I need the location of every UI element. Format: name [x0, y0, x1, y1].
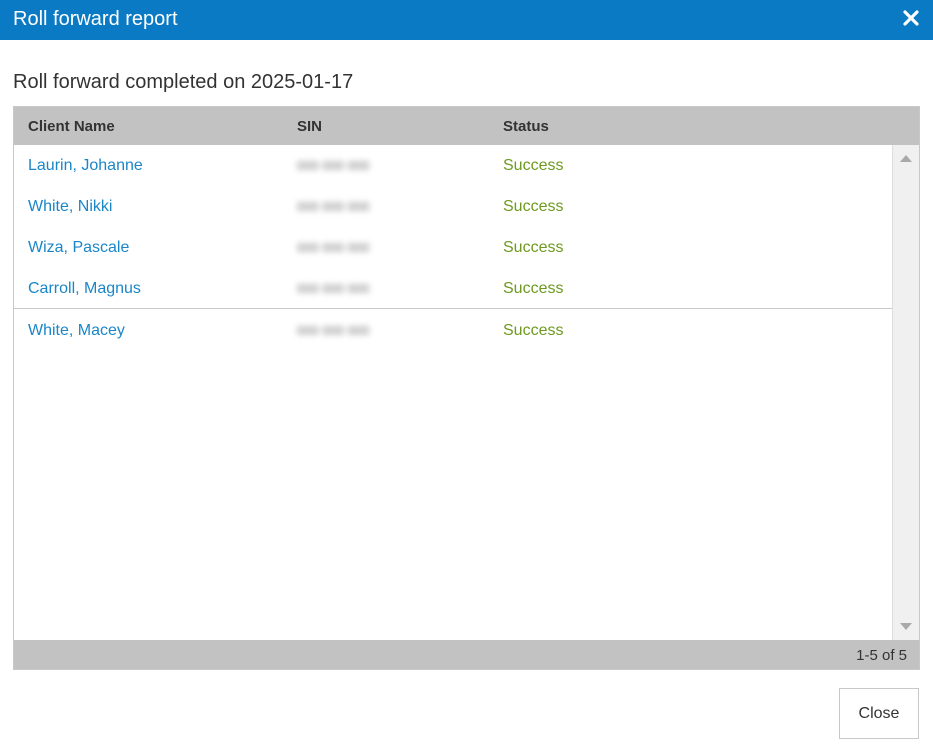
- table-row: Laurin, Johanne 000 000 000 Success: [14, 145, 892, 186]
- grid-header: Client Name SIN Status: [14, 107, 919, 145]
- scroll-up-arrow-icon[interactable]: [900, 155, 912, 162]
- column-header-client-name[interactable]: Client Name: [28, 118, 115, 135]
- client-name-link[interactable]: White, Macey: [28, 322, 125, 340]
- status-value: Success: [503, 280, 564, 297]
- table-row: White, Macey 000 000 000 Success: [14, 310, 892, 351]
- status-value: Success: [503, 322, 564, 339]
- report-subtitle: Roll forward completed on 2025-01-17: [13, 71, 354, 93]
- status-value: Success: [503, 198, 564, 215]
- sin-value: 000 000 000: [297, 281, 370, 296]
- column-header-status[interactable]: Status: [503, 118, 549, 135]
- grid-footer: 1-5 of 5: [14, 640, 919, 669]
- table-row: White, Nikki 000 000 000 Success: [14, 186, 892, 227]
- dialog-titlebar: Roll forward report: [0, 0, 933, 40]
- dialog-title: Roll forward report: [13, 8, 178, 30]
- grid-body: Laurin, Johanne 000 000 000 Success Whit…: [14, 145, 892, 640]
- table-row: Carroll, Magnus 000 000 000 Success: [14, 268, 892, 309]
- results-grid: Client Name SIN Status Laurin, Johanne 0…: [13, 106, 920, 670]
- client-name-link[interactable]: Carroll, Magnus: [28, 280, 141, 298]
- status-value: Success: [503, 157, 564, 174]
- column-header-sin[interactable]: SIN: [297, 118, 322, 135]
- scroll-down-arrow-icon[interactable]: [900, 623, 912, 630]
- table-row: Wiza, Pascale 000 000 000 Success: [14, 227, 892, 268]
- sin-value: 000 000 000: [297, 240, 370, 255]
- client-name-link[interactable]: Wiza, Pascale: [28, 239, 129, 257]
- status-value: Success: [503, 239, 564, 256]
- pager-text: 1-5 of 5: [856, 647, 907, 664]
- sin-value: 000 000 000: [297, 323, 370, 338]
- close-icon[interactable]: [901, 8, 921, 28]
- sin-value: 000 000 000: [297, 199, 370, 214]
- client-name-link[interactable]: White, Nikki: [28, 198, 112, 216]
- sin-value: 000 000 000: [297, 158, 370, 173]
- client-name-link[interactable]: Laurin, Johanne: [28, 157, 143, 175]
- vertical-scrollbar[interactable]: [892, 145, 919, 640]
- close-button[interactable]: Close: [839, 688, 919, 739]
